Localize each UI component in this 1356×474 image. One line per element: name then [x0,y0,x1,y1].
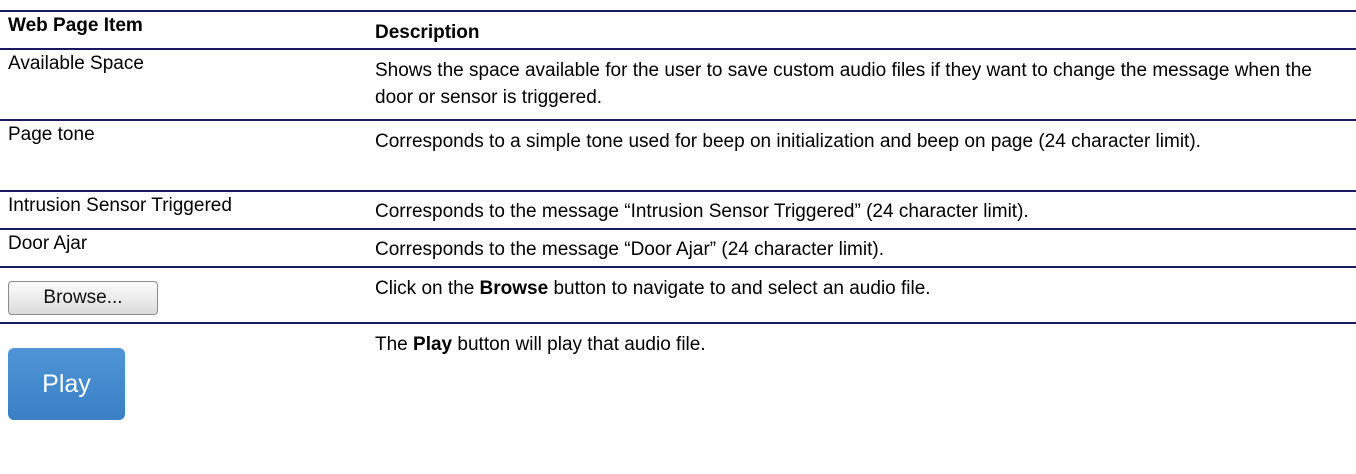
row-item: Door Ajar [8,233,88,254]
table-row: Available Space Shows the space availabl… [0,48,1356,119]
table-row: Page tone Corresponds to a simple tone u… [0,119,1356,190]
browse-button[interactable]: Browse... [8,281,158,315]
play-desc-before: The [375,334,414,355]
play-desc-bold: Play [413,334,453,355]
table-row: Intrusion Sensor Triggered Corresponds t… [0,190,1356,228]
row-description: Corresponds to the message “Door Ajar” (… [375,239,884,260]
table-row-play: Play The Play button will play that audi… [0,322,1356,422]
web-page-item-table: Web Page Item Description Available Spac… [0,10,1356,422]
row-description: Corresponds to a simple tone used for be… [375,131,1201,152]
row-description: Shows the space available for the user t… [375,60,1312,108]
browse-description: Click on the Browse button to navigate t… [375,275,1346,302]
row-item: Available Space [8,53,144,74]
row-item: Intrusion Sensor Triggered [8,195,232,216]
browse-desc-bold: Browse [479,278,549,299]
browse-desc-after: button to navigate to and select an audi… [548,278,931,299]
browse-desc-before: Click on the [375,278,480,299]
header-item: Web Page Item [8,15,143,36]
table-header-row: Web Page Item Description [0,10,1356,48]
play-description: The Play button will play that audio fil… [375,331,1346,358]
table-row: Door Ajar Corresponds to the message “Do… [0,228,1356,266]
header-description: Description [375,22,480,43]
table-row-browse: Browse... Click on the Browse button to … [0,266,1356,322]
row-description: Corresponds to the message “Intrusion Se… [375,201,1029,222]
play-button[interactable]: Play [8,348,125,420]
play-desc-after: button will play that audio file. [452,334,706,355]
row-item: Page tone [8,124,95,145]
